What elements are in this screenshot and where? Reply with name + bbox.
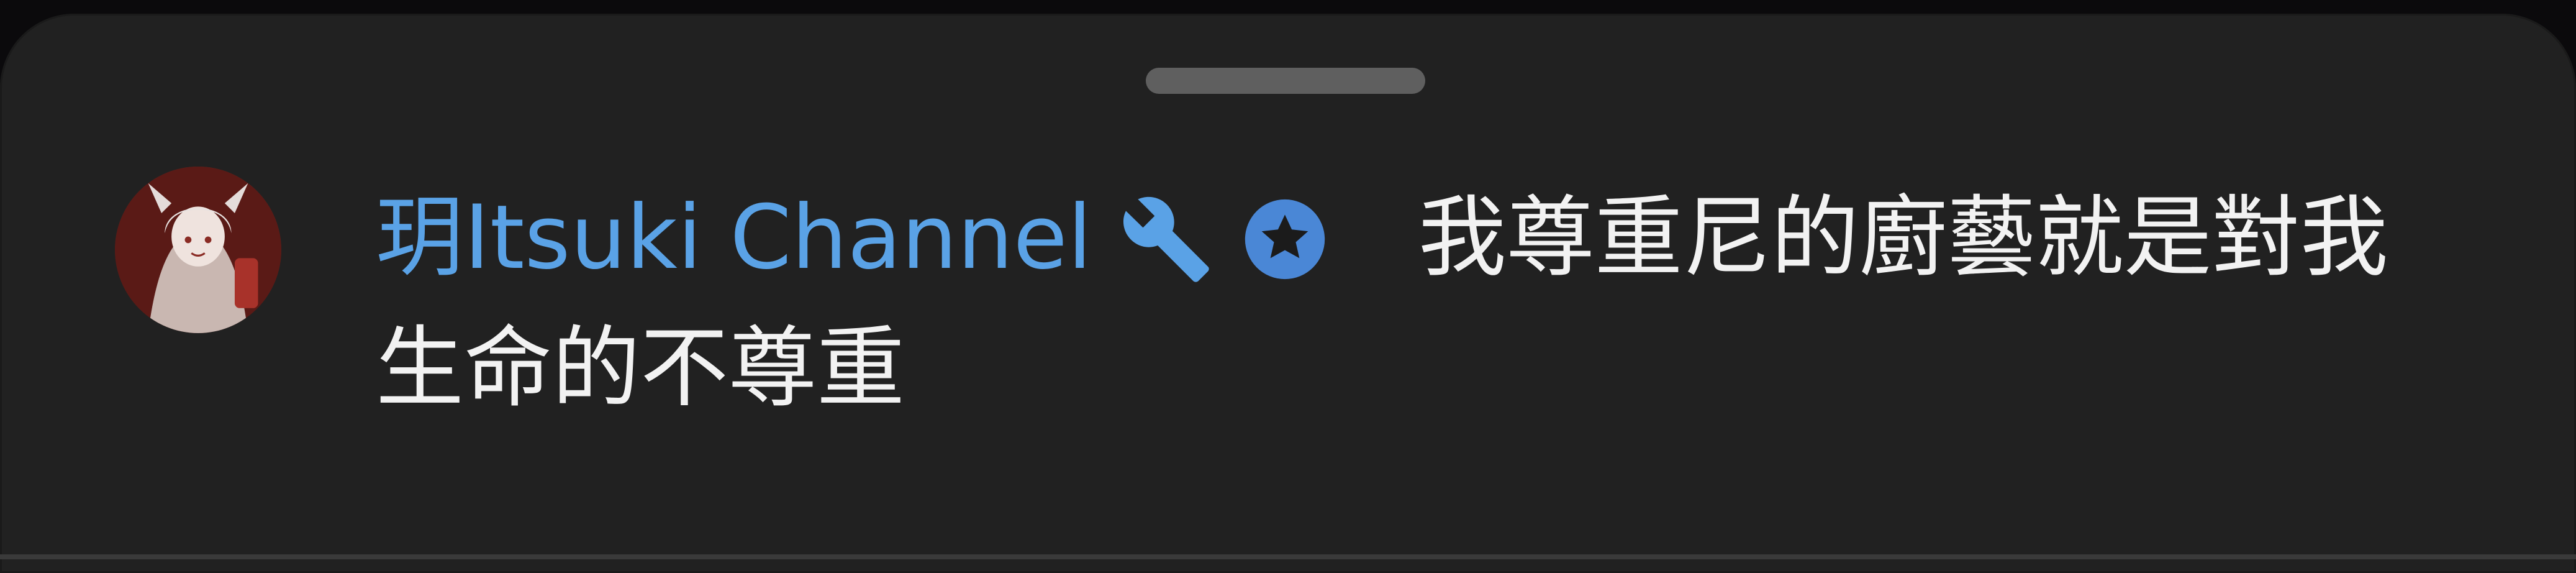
verified-star-icon — [1241, 196, 1328, 283]
author-name[interactable]: 玥Itsuki Channel — [376, 180, 1092, 295]
drag-handle[interactable] — [1146, 68, 1425, 94]
comment-text-line-1: 我尊重尼的廚藝就是對我 — [1418, 186, 2388, 289]
comment-header: 玥Itsuki Channel 我尊重尼的廚藝就是對我 — [376, 180, 2549, 311]
comment-sheet: 玥Itsuki Channel 我尊重尼的廚藝就是對我 生命的不尊重 — [0, 14, 2576, 573]
avatar-image — [115, 167, 281, 333]
divider — [0, 554, 2576, 559]
comment-text-line-2: 生命的不尊重 — [376, 317, 905, 419]
comment-item: 玥Itsuki Channel 我尊重尼的廚藝就是對我 生命的不尊重 — [115, 155, 2475, 466]
wrench-icon — [1120, 193, 1213, 286]
comment-body: 玥Itsuki Channel 我尊重尼的廚藝就是對我 生命的不尊重 — [376, 180, 2549, 426]
avatar[interactable] — [115, 167, 281, 333]
